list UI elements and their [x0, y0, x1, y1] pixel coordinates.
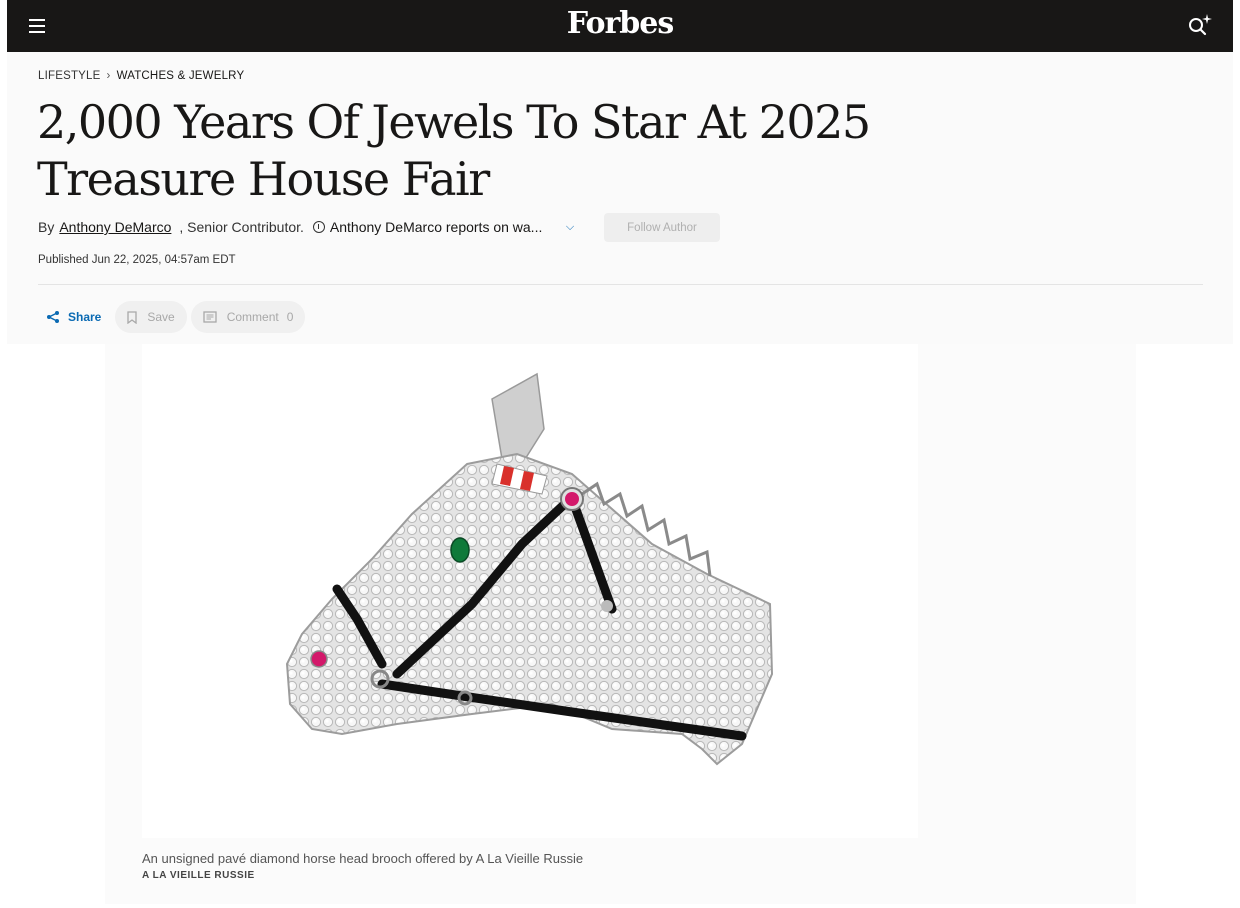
image-credit: A LA VIEILLE RUSSIE [142, 870, 255, 881]
comment-label: Comment [226, 310, 279, 324]
save-label: Save [147, 310, 175, 324]
comment-icon [203, 311, 217, 323]
author-link[interactable]: Anthony DeMarco [59, 219, 171, 235]
info-icon [312, 221, 325, 233]
divider [38, 284, 1203, 285]
byline: By Anthony DeMarco , Senior Contributor.… [38, 219, 574, 235]
published-date: Published Jun 22, 2025, 04:57am EDT [38, 254, 236, 266]
save-button[interactable]: Save [115, 301, 187, 333]
horse-brooch-illustration [285, 372, 774, 766]
forbes-logo[interactable]: Forbes [7, 6, 1233, 41]
share-button[interactable]: Share [38, 301, 111, 333]
comment-count: 0 [286, 310, 294, 324]
comment-button[interactable]: Comment 0 [190, 301, 306, 333]
breadcrumb: LIFESTYLE › WATCHES & JEWELRY [38, 70, 244, 82]
search-icon[interactable] [1185, 10, 1215, 40]
author-bio: Anthony DeMarco reports on wa... [329, 219, 543, 235]
author-role: , Senior Contributor. [179, 219, 304, 235]
breadcrumb-watches-jewelry[interactable]: WATCHES & JEWELRY [117, 70, 245, 82]
breadcrumb-lifestyle[interactable]: LIFESTYLE [38, 70, 101, 82]
article-header: LIFESTYLE › WATCHES & JEWELRY 2,000 Years … [7, 52, 1233, 344]
article-image [142, 344, 918, 838]
image-caption: An unsigned pavé diamond horse head broo… [142, 851, 584, 866]
article-actions: Share Save Comment 0 [38, 301, 306, 333]
follow-author-button[interactable]: Follow Author [604, 213, 720, 242]
chevron-right-icon: › [106, 70, 111, 82]
bookmark-icon [127, 310, 138, 324]
share-icon [47, 311, 59, 323]
share-label: Share [68, 310, 102, 324]
article-title: 2,000 Years Of Jewels To Star At 2025 Tr… [37, 95, 871, 206]
chevron-down-icon[interactable]: ⌵ [566, 221, 574, 234]
by-label: By [38, 219, 55, 235]
top-nav-bar: Forbes [7, 0, 1233, 52]
